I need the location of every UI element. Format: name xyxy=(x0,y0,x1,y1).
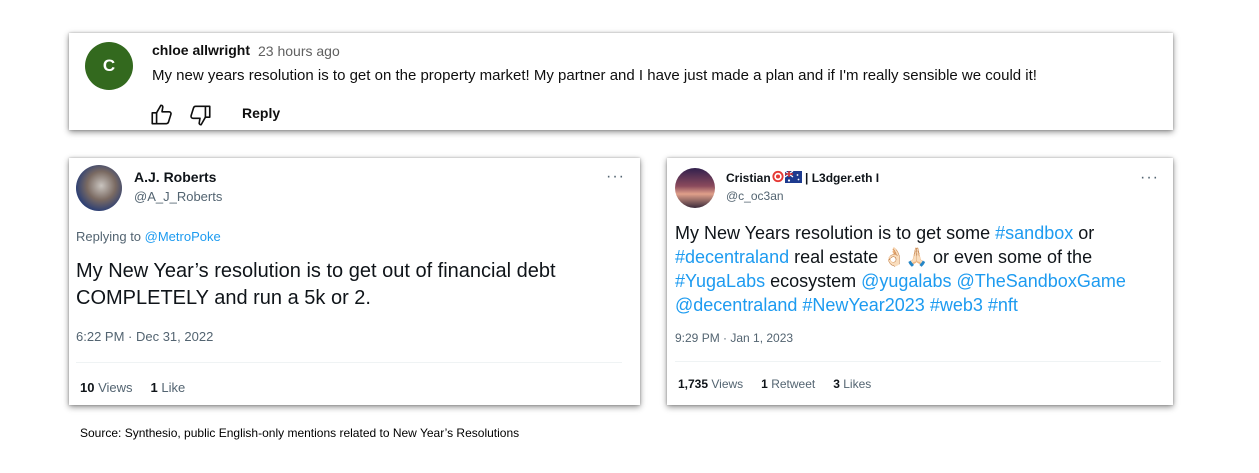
tweet-text-segment: or even some of the xyxy=(927,247,1093,267)
mention-link[interactable]: @decentraland xyxy=(675,295,797,315)
reply-button[interactable]: Reply xyxy=(242,105,280,121)
tweet-text-segment: My New Years resolution is to get some xyxy=(675,223,996,243)
avatar[interactable] xyxy=(675,168,715,208)
youtube-comment-card: C chloe allwright 23 hours ago My new ye… xyxy=(69,33,1173,130)
likes-count: 3 xyxy=(833,377,840,391)
views-label: Views xyxy=(94,380,133,395)
hashtag-link[interactable]: #nft xyxy=(988,295,1018,315)
comment-time[interactable]: 23 hours ago xyxy=(258,43,340,59)
tweet-text: My New Year’s resolution is to get out o… xyxy=(76,258,636,312)
like-button[interactable] xyxy=(149,102,175,128)
hashtag-link[interactable]: #web3 xyxy=(930,295,983,315)
views-count: 1,735 xyxy=(678,377,709,391)
tweet-timestamp[interactable]: 6:22 PM · Dec 31, 2022 xyxy=(76,329,213,344)
mention-link[interactable]: @TheSandboxGame xyxy=(956,271,1125,291)
retweets-stat[interactable]: 1 Retweet xyxy=(761,377,815,391)
dislike-button[interactable] xyxy=(187,102,213,128)
likes-stat[interactable]: 1 Like xyxy=(151,380,186,395)
avatar-letter: C xyxy=(102,56,116,75)
tweet-timestamp[interactable]: 9:29 PM · Jan 1, 2023 xyxy=(675,331,793,345)
views-count: 10 xyxy=(80,380,95,395)
hashtag-link[interactable]: #decentraland xyxy=(675,247,789,267)
views-stat[interactable]: 1,735 Views xyxy=(678,377,743,391)
thumbs-down-icon xyxy=(190,105,211,126)
likes-label: Like xyxy=(157,380,186,395)
tweet-text-line: My New Year’s resolution is to get out o… xyxy=(76,260,556,282)
replying-prefix: Replying to xyxy=(76,229,145,244)
replying-to: Replying to @MetroPoke xyxy=(76,229,221,244)
author-name-suffix: | L3dger.eth I xyxy=(801,171,880,185)
tweet-stats: 1,735 Views 1 Retweet 3 Likes xyxy=(678,377,871,391)
hashtag-link[interactable]: #sandbox xyxy=(995,223,1073,243)
avatar[interactable] xyxy=(76,165,122,211)
australia-flag-icon xyxy=(784,171,802,183)
views-stat[interactable]: 10 Views xyxy=(80,380,133,395)
divider xyxy=(76,362,622,363)
tweet-author-handle[interactable]: @c_oc3an xyxy=(726,189,784,203)
likes-label: Likes xyxy=(839,377,872,391)
emoji-hands: 👌🏻🙏🏻 xyxy=(883,247,928,267)
more-options-button[interactable]: ··· xyxy=(1140,169,1159,187)
views-label: Views xyxy=(708,377,744,391)
thumbs-up-icon xyxy=(151,104,172,125)
author-name-text: Cristian xyxy=(726,171,771,185)
tweet-author-handle[interactable]: @A_J_Roberts xyxy=(134,189,222,204)
tweet-text-segment: or xyxy=(1073,223,1095,243)
tweet-author-name[interactable]: Cristian | L3dger.eth I xyxy=(726,170,879,185)
retweets-count: 1 xyxy=(761,377,768,391)
tweet-text-segment: ecosystem xyxy=(765,271,862,291)
more-options-button[interactable]: ··· xyxy=(606,168,625,186)
tweet-card: Cristian | L3dger.eth I @c_oc3an ··· My … xyxy=(667,158,1173,405)
comment-text: My new years resolution is to get on the… xyxy=(152,67,1037,84)
comment-author[interactable]: chloe allwright xyxy=(152,42,250,58)
source-caption: Source: Synthesio, public English-only m… xyxy=(80,426,520,440)
tweet-text: My New Years resolution is to get some #… xyxy=(675,221,1165,317)
tweet-card: A.J. Roberts @A_J_Roberts ··· Replying t… xyxy=(69,158,640,405)
hashtag-link[interactable]: #YugaLabs xyxy=(675,271,765,291)
likes-stat[interactable]: 3 Likes xyxy=(833,377,871,391)
divider xyxy=(675,361,1161,362)
replying-to-link[interactable]: @MetroPoke xyxy=(145,229,221,244)
tweet-text-segment: real estate xyxy=(789,247,884,267)
tweet-author-name[interactable]: A.J. Roberts xyxy=(134,169,216,185)
likes-count: 1 xyxy=(150,380,158,395)
tweet-stats: 10 Views 1 Like xyxy=(80,380,185,395)
target-icon xyxy=(772,170,784,183)
tweet-text-line: COMPLETELY and run a 5k or 2. xyxy=(76,287,371,309)
avatar[interactable]: C xyxy=(85,42,133,90)
hashtag-link[interactable]: #NewYear2023 xyxy=(802,295,924,315)
mention-link[interactable]: @yugalabs xyxy=(861,271,951,291)
retweets-label: Retweet xyxy=(767,377,816,391)
